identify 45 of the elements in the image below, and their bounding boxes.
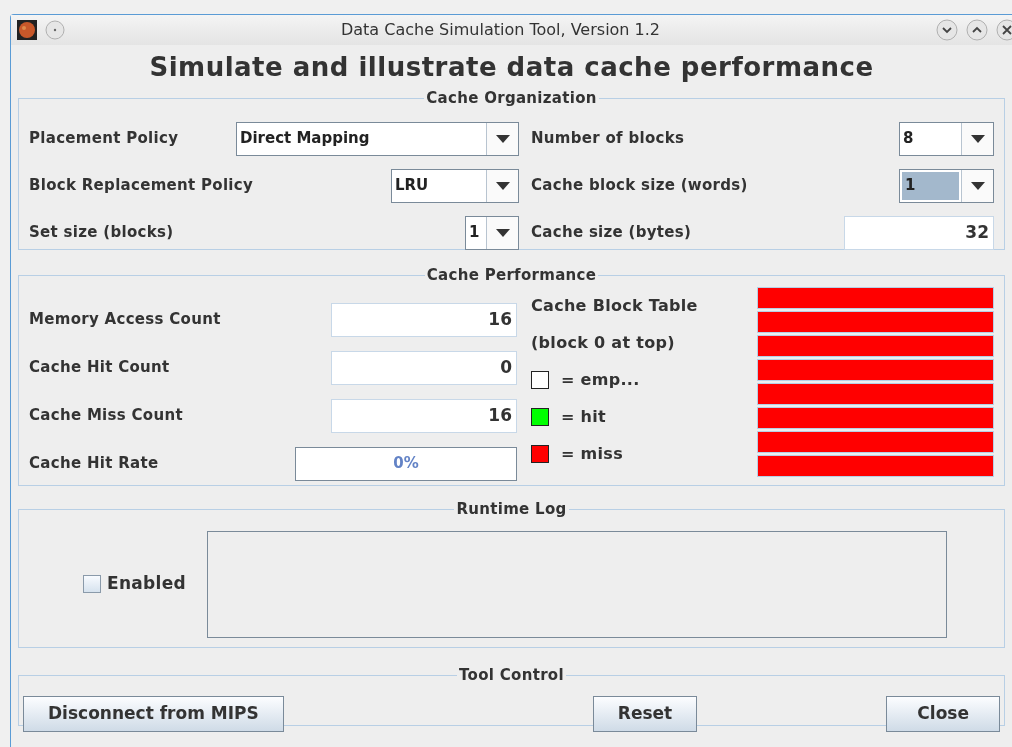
text-field[interactable]: 0: [331, 350, 517, 385]
legend-label: = hit: [561, 405, 606, 428]
text-field[interactable]: 16: [331, 398, 517, 433]
minimize-icon[interactable]: [936, 19, 958, 41]
log-area[interactable]: [207, 530, 947, 638]
tool-button[interactable]: Close: [886, 695, 1000, 732]
legend-label: = miss: [561, 442, 623, 465]
field-label: Set size (blocks): [29, 222, 174, 244]
table-note: (block 0 at top): [531, 331, 676, 354]
caret-icon: [495, 134, 510, 143]
dropdown[interactable]: Direct Mapping: [236, 121, 519, 156]
tool-button[interactable]: Disconnect from MIPS: [23, 695, 284, 732]
text-field[interactable]: 32: [844, 215, 994, 250]
field-label: Block Replacement Policy: [29, 175, 254, 197]
field-label: Cache Hit Count: [29, 357, 170, 379]
close-icon[interactable]: [996, 19, 1012, 41]
caret-icon: [970, 181, 985, 190]
caret-icon: [495, 181, 510, 190]
window-title: Data Cache Simulation Tool, Version 1.2: [339, 19, 662, 41]
panel-title: Runtime Log: [455, 499, 568, 520]
panel-title: Tool Control: [458, 665, 565, 686]
heading: Simulate and illustrate data cache performance: [148, 51, 875, 83]
caret-icon: [970, 134, 985, 143]
field-label: Cache Hit Rate: [29, 453, 159, 475]
dropdown[interactable]: LRU: [391, 168, 519, 203]
field-label: Placement Policy: [29, 128, 179, 150]
panel-title: Cache Performance: [425, 265, 598, 286]
dropdown[interactable]: 1: [465, 215, 519, 250]
enabled-checkbox[interactable]: Enabled: [83, 571, 207, 597]
text-field[interactable]: 16: [331, 302, 517, 337]
maximize-icon[interactable]: [966, 19, 988, 41]
progress-bar: 0%: [295, 446, 517, 481]
field-label: Cache block size (words): [531, 175, 748, 197]
tool-button[interactable]: Reset: [592, 695, 698, 732]
dropdown[interactable]: 1: [899, 168, 994, 203]
app-icon: [17, 20, 37, 40]
panel-title: Cache Organization: [425, 88, 598, 109]
dropdown[interactable]: 8: [899, 121, 994, 156]
field-label: Cache size (bytes): [531, 222, 692, 244]
field-label: Number of blocks: [531, 128, 685, 150]
field-label: Cache Miss Count: [29, 405, 183, 427]
field-label: Memory Access Count: [29, 309, 221, 331]
legend-label: = emp...: [561, 368, 640, 391]
table-title: Cache Block Table: [531, 294, 699, 317]
caret-icon: [495, 228, 510, 237]
